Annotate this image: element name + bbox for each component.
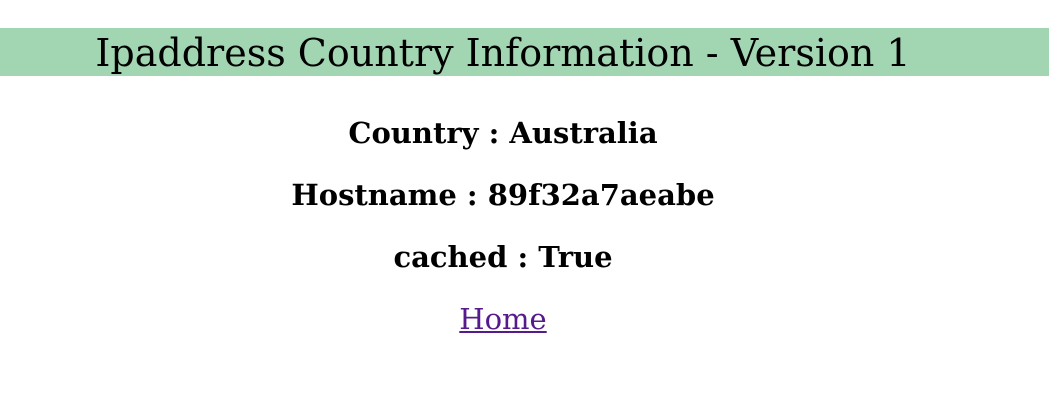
hostname-label: Hostname	[291, 178, 457, 212]
country-row: Country : Australia	[0, 116, 1006, 150]
cached-row: cached : True	[0, 240, 1006, 274]
header-bar: Ipaddress Country Information - Version …	[0, 28, 1049, 76]
cached-label: cached	[393, 240, 508, 274]
home-link-container: Home	[0, 302, 1006, 336]
country-value: Australia	[509, 116, 658, 150]
hostname-value: 89f32a7aeabe	[487, 178, 715, 212]
country-separator: :	[478, 116, 510, 150]
hostname-separator: :	[456, 178, 488, 212]
hostname-row: Hostname : 89f32a7aeabe	[0, 178, 1006, 212]
cached-separator: :	[507, 240, 539, 274]
cached-value: True	[538, 240, 613, 274]
country-label: Country	[348, 116, 479, 150]
home-link[interactable]: Home	[459, 302, 546, 336]
page-title: Ipaddress Country Information - Version …	[95, 31, 911, 75]
